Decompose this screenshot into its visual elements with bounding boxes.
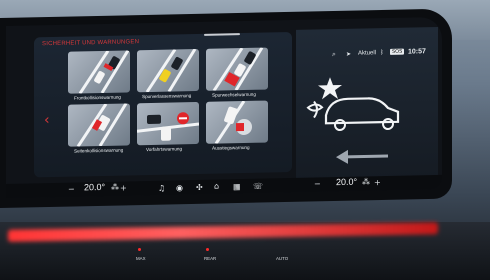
- left-temp[interactable]: 20.0°: [84, 182, 105, 192]
- home-icon[interactable]: ⌂: [214, 182, 219, 191]
- apps-icon[interactable]: ▦: [233, 182, 241, 191]
- right-temp-plus[interactable]: +: [374, 178, 381, 187]
- front-collision-image: [78, 50, 130, 94]
- tile-label: Vorfahrtswarnung: [146, 146, 183, 153]
- status-mode: Aktuell: [358, 50, 377, 57]
- tile-label: Ausstiegswarnung: [212, 144, 250, 151]
- tile-label: Frontkollisionswarnung: [74, 94, 121, 101]
- fan-icon[interactable]: ✣: [196, 183, 203, 192]
- signal-icon: ⌕: [332, 51, 336, 59]
- indicator-dot: [138, 248, 141, 251]
- music-icon[interactable]: ♫: [158, 184, 165, 193]
- tile-right-of-way-warning[interactable]: [137, 101, 199, 146]
- tile-lane-departure-warning[interactable]: [137, 48, 199, 93]
- tile-lane-change-warning[interactable]: [206, 47, 268, 91]
- tile-front-collision-warning[interactable]: [68, 50, 130, 94]
- exit-warning-image: [214, 100, 252, 144]
- indicator-dot: [206, 248, 209, 251]
- tile-side-collision-warning[interactable]: [68, 103, 130, 147]
- car-dashboard: SICHERHEIT UND WARNUNGEN ‹ Frontkollisio…: [0, 0, 490, 280]
- bluetooth-icon: ᛒ: [380, 50, 384, 57]
- back-arrow-icon[interactable]: ‹: [44, 112, 50, 128]
- tile-exit-warning[interactable]: [206, 100, 268, 144]
- right-temp[interactable]: 20.0°: [336, 177, 357, 187]
- tile-label: Spurverlassenswarnung: [142, 93, 192, 100]
- side-collision-image: [76, 103, 128, 147]
- climate-control-strip: MAX REAR AUTO: [40, 246, 380, 276]
- star-icon: [318, 77, 342, 100]
- lane-change-image: [212, 47, 264, 91]
- lane-departure-image: [145, 48, 197, 93]
- navigation-icon: ➤: [346, 51, 352, 58]
- sos-badge: SOS: [390, 48, 405, 55]
- right-of-way-image: [137, 112, 199, 141]
- clock: 10:57: [408, 48, 426, 56]
- left-temp-minus[interactable]: −: [68, 185, 75, 194]
- phone-icon[interactable]: ☏: [253, 182, 263, 191]
- infotainment-screen: SICHERHEIT UND WARNUNGEN ‹ Frontkollisio…: [6, 16, 442, 199]
- left-temp-plus[interactable]: +: [120, 183, 127, 192]
- tile-label: Seitenkollisionswarnung: [74, 147, 124, 154]
- arrow-left-icon: [336, 149, 348, 164]
- right-temp-minus[interactable]: −: [314, 179, 321, 188]
- rear-label[interactable]: REAR: [204, 256, 216, 261]
- auto-label[interactable]: AUTO: [276, 256, 288, 261]
- tile-label: Spurwechselwarnung: [212, 91, 256, 98]
- max-label[interactable]: MAX: [136, 256, 146, 261]
- media-icon[interactable]: ◉: [176, 183, 183, 192]
- seat-heat-icon[interactable]: ⁂: [111, 183, 119, 192]
- seat-heat-icon-right[interactable]: ⁂: [362, 177, 370, 186]
